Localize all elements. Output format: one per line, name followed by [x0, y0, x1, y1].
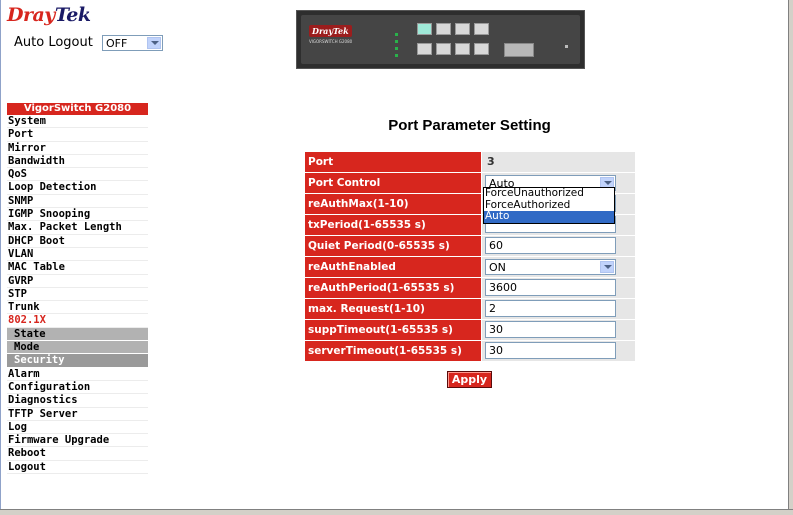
- reauth-max-label: reAuthMax(1-10): [305, 194, 481, 214]
- menu-item-logout[interactable]: Logout: [7, 460, 148, 475]
- ethernet-port-icon: [436, 23, 451, 35]
- reauth-enabled-label: reAuthEnabled: [305, 257, 481, 277]
- form-row-reauth-period: reAuthPeriod(1-65535 s) 3600: [305, 278, 635, 299]
- menu-item-dhcp-boot[interactable]: DHCP Boot: [7, 234, 148, 248]
- device-model-label: VIGORSWITCH G2080: [309, 39, 353, 44]
- window-border-right: [788, 0, 793, 514]
- supp-timeout-cell: 30: [482, 320, 635, 340]
- form-row-reauth-enabled: reAuthEnabled ON: [305, 257, 635, 278]
- chevron-down-icon: [600, 261, 614, 273]
- quiet-period-input[interactable]: 60: [485, 237, 616, 254]
- menu-item-tftp-server[interactable]: TFTP Server: [7, 407, 148, 421]
- menu-item-gvrp[interactable]: GVRP: [7, 274, 148, 288]
- device-brand-label: DrayTek: [309, 25, 352, 37]
- led-icon: [395, 54, 398, 57]
- menu-item-configuration[interactable]: Configuration: [7, 380, 148, 395]
- server-timeout-input[interactable]: 30: [485, 342, 616, 359]
- form-row-max-request: max. Request(1-10) 2: [305, 299, 635, 320]
- reauth-enabled-cell: ON: [482, 257, 635, 277]
- menu-item-log[interactable]: Log: [7, 420, 148, 435]
- ethernet-port-icon: [455, 43, 470, 55]
- menu-item-alarm[interactable]: Alarm: [7, 367, 148, 381]
- reauth-period-cell: 3600: [482, 278, 635, 298]
- menu-item-igmp-snooping[interactable]: IGMP Snooping: [7, 208, 148, 222]
- led-icon: [395, 33, 398, 36]
- menu-item-reboot[interactable]: Reboot: [7, 447, 148, 461]
- quiet-period-cell: 60: [482, 236, 635, 256]
- menu-item-bandwidth[interactable]: Bandwidth: [7, 154, 148, 169]
- port-value-cell: 3: [482, 152, 635, 172]
- draytek-logo: DrayTek: [7, 4, 91, 26]
- menu-item-firmware-upgrade[interactable]: Firmware Upgrade: [7, 434, 148, 448]
- ethernet-port-icon: [417, 23, 432, 35]
- tx-period-label: txPeriod(1-65535 s): [305, 215, 481, 235]
- port-value: 3: [487, 155, 495, 168]
- apply-button[interactable]: Apply: [447, 371, 492, 388]
- menu-item-stp[interactable]: STP: [7, 287, 148, 302]
- supp-timeout-input[interactable]: 30: [485, 321, 616, 338]
- menu-item-diagnostics[interactable]: Diagnostics: [7, 394, 148, 408]
- menu-item-port[interactable]: Port: [7, 128, 148, 142]
- menu-item-qos[interactable]: QoS: [7, 168, 148, 182]
- port-control-label: Port Control: [305, 173, 481, 193]
- menu-item-snmp[interactable]: SNMP: [7, 194, 148, 209]
- reset-button-icon: [565, 45, 568, 48]
- ethernet-port-icon: [474, 43, 489, 55]
- max-request-label: max. Request(1-10): [305, 299, 481, 319]
- port-control-dropdown-list: ForceUnauthorized ForceAuthorized Auto: [483, 187, 615, 224]
- ethernet-port-icon: [436, 43, 451, 55]
- max-request-input[interactable]: 2: [485, 300, 616, 317]
- menu-item-trunk[interactable]: Trunk: [7, 301, 148, 315]
- submenu-item-mode[interactable]: Mode: [7, 341, 148, 355]
- quiet-period-label: Quiet Period(0-65535 s): [305, 236, 481, 256]
- menu-item-vlan[interactable]: VLAN: [7, 247, 148, 262]
- reauth-enabled-value: ON: [489, 261, 506, 274]
- switch-panel: DrayTek VIGORSWITCH G2080: [301, 15, 580, 64]
- max-request-cell: 2: [482, 299, 635, 319]
- form-row-server-timeout: serverTimeout(1-65535 s) 30: [305, 341, 635, 362]
- menu-item-loop-detection[interactable]: Loop Detection: [7, 181, 148, 195]
- menu-item-mirror[interactable]: Mirror: [7, 141, 148, 155]
- auto-logout-value: OFF: [106, 37, 128, 50]
- submenu-item-security[interactable]: Security: [7, 354, 148, 368]
- server-timeout-cell: 30: [482, 341, 635, 361]
- window-border-left: [0, 0, 1, 514]
- menu-item-system[interactable]: System: [7, 115, 148, 129]
- form-row-quiet-period: Quiet Period(0-65535 s) 60: [305, 236, 635, 257]
- submenu-item-state[interactable]: State: [7, 327, 148, 342]
- menu-header: VigorSwitch G2080: [7, 103, 148, 115]
- led-icon: [395, 47, 398, 50]
- supp-timeout-label: suppTimeout(1-65535 s): [305, 320, 481, 340]
- dropdown-option-force-unauthorized[interactable]: ForceUnauthorized: [484, 187, 614, 200]
- form-row-port: Port 3: [305, 152, 635, 173]
- auto-logout-label: Auto Logout: [14, 35, 93, 50]
- ethernet-port-icon: [474, 23, 489, 35]
- led-icon: [395, 40, 398, 43]
- auto-logout-select[interactable]: OFF: [102, 35, 163, 51]
- form-row-supp-timeout: suppTimeout(1-65535 s) 30: [305, 320, 635, 341]
- port-label: Port: [305, 152, 481, 172]
- dropdown-option-auto[interactable]: Auto: [484, 211, 614, 224]
- ethernet-port-icon: [455, 23, 470, 35]
- server-timeout-label: serverTimeout(1-65535 s): [305, 341, 481, 361]
- ethernet-port-icon: [417, 43, 432, 55]
- reauth-period-label: reAuthPeriod(1-65535 s): [305, 278, 481, 298]
- menu-item-max-packet-length[interactable]: Max. Packet Length: [7, 221, 148, 235]
- sfp-port-icon: [504, 43, 534, 57]
- sidebar-menu: VigorSwitch G2080 System Port Mirror Ban…: [7, 103, 148, 475]
- menu-item-mac-table[interactable]: MAC Table: [7, 261, 148, 275]
- reauth-period-input[interactable]: 3600: [485, 279, 616, 296]
- menu-item-8021x[interactable]: 802.1X: [7, 314, 148, 328]
- chevron-down-icon: [147, 37, 161, 49]
- page-title: Port Parameter Setting: [388, 117, 551, 134]
- window-border-bottom: [0, 509, 793, 515]
- switch-front-panel-image: DrayTek VIGORSWITCH G2080: [296, 10, 585, 69]
- reauth-enabled-select[interactable]: ON: [485, 259, 616, 275]
